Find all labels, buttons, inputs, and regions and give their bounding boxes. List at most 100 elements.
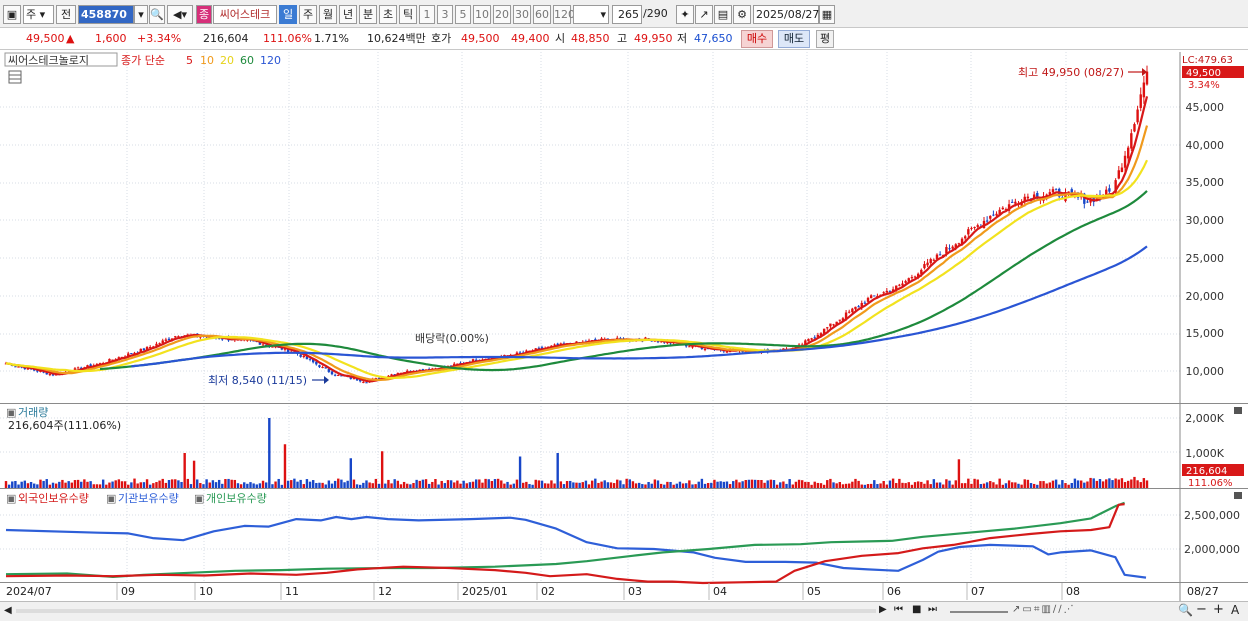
volume-bar (945, 479, 948, 488)
interval-20[interactable]: 20 (493, 5, 511, 24)
period-minute-tab[interactable]: 분 (359, 5, 377, 24)
market-alt-button[interactable]: 전 (56, 5, 76, 24)
volume-bar (619, 480, 622, 488)
volume-bar (763, 482, 766, 488)
volume-bar (180, 481, 183, 488)
volume-bar (133, 478, 136, 488)
candle-body (948, 248, 951, 250)
table-toggle-icon[interactable] (8, 70, 22, 84)
y-tick-35000: 35,000 (1186, 176, 1225, 189)
period-tick-tab[interactable]: 틱 (399, 5, 417, 24)
candle-body (1051, 189, 1055, 193)
interval-5[interactable]: 5 (455, 5, 471, 24)
font-size-icon[interactable]: A (1231, 603, 1239, 617)
interval-3[interactable]: 3 (437, 5, 453, 24)
candle-body (848, 311, 851, 313)
volume-bar (189, 484, 193, 488)
volume-bar (274, 481, 277, 488)
interval-dropdown[interactable]: ▾ (573, 5, 609, 24)
stock-name-field[interactable]: 씨어스테크 (213, 5, 277, 24)
period-month-tab[interactable]: 월 (319, 5, 337, 24)
last-pct-tag: 3.34% (1188, 80, 1220, 91)
period-day-tab[interactable]: 일 (279, 5, 297, 24)
interval-1[interactable]: 1 (419, 5, 435, 24)
drawing-tools-icon[interactable]: ↗▭⌗▥∕∕⋰ (1012, 604, 1076, 615)
volume-bar (324, 484, 327, 488)
zoom-out-icon[interactable]: − (1196, 602, 1207, 617)
scroll-track[interactable] (16, 609, 876, 613)
low-annotation: 최저 8,540 (11/15) (208, 374, 307, 387)
volume-bar (98, 484, 102, 488)
sell-button[interactable]: 매도 (778, 30, 810, 48)
interval-30[interactable]: 30 (513, 5, 531, 24)
candle-body (863, 302, 867, 304)
buy-button[interactable]: 매수 (741, 30, 773, 48)
candle-body (992, 214, 995, 216)
calendar-dropdown-icon[interactable]: ▦ (819, 5, 835, 24)
period-week-tab[interactable]: 주 (299, 5, 317, 24)
volume-bar (876, 484, 879, 488)
market-select[interactable]: 주 ▾ (23, 5, 54, 24)
search-icon[interactable]: 🔍 (149, 5, 165, 24)
volume-bar (1032, 483, 1036, 488)
interval-10[interactable]: 10 (473, 5, 491, 24)
volume-bar (155, 482, 158, 488)
candle-body (913, 276, 917, 278)
candle-body (807, 338, 810, 342)
scroll-right-icon[interactable]: ▶ (879, 604, 887, 615)
stock-chart[interactable]: 씨어스테크놀로지 종가 단순 5 10 20 60 120 45,000 40,… (0, 50, 1248, 601)
interval-120[interactable]: 120 (553, 5, 575, 24)
interval-60[interactable]: 60 (533, 5, 551, 24)
volume-bar (1054, 479, 1058, 488)
volume-bar (970, 483, 973, 488)
volume-bar (230, 479, 233, 488)
zoom-in-icon[interactable]: + (1213, 602, 1224, 617)
volume-bar (120, 481, 124, 488)
volume-bar (1070, 482, 1073, 488)
candle-body (951, 246, 954, 249)
candle-body (995, 213, 998, 216)
date-input[interactable]: 2025/08/27 (753, 5, 819, 24)
volume-bar (111, 481, 114, 488)
volume-bar (772, 480, 776, 488)
forward-icon[interactable]: ⏭ (928, 604, 937, 615)
volume-bar (114, 480, 117, 488)
candle-body (826, 327, 829, 329)
volume-bar (390, 483, 393, 488)
draw-icon[interactable]: ↗ (695, 5, 713, 24)
volume-bar (807, 481, 810, 488)
volume-bar (145, 479, 149, 488)
window-menu-icon[interactable]: ▣ (3, 5, 21, 24)
speaker-icon[interactable]: ◀▾ (167, 5, 193, 24)
volume-bar (105, 484, 108, 488)
candle-body (832, 324, 835, 326)
stop-icon[interactable]: ■ (912, 604, 921, 615)
zoom-search-icon[interactable]: 🔍 (1178, 603, 1193, 617)
y-tick-45000: 45,000 (1186, 101, 1225, 114)
volume-bar (826, 480, 829, 488)
save-icon[interactable]: ▤ (714, 5, 732, 24)
volume-bar (186, 478, 190, 488)
count-input[interactable]: 265 (612, 5, 642, 24)
volume-bar (33, 483, 36, 488)
volume-bar (481, 482, 484, 488)
holder-panel-close-icon[interactable] (1234, 492, 1242, 499)
rewind-icon[interactable]: ⏮ (894, 604, 903, 615)
volume-bar (117, 479, 121, 488)
volume-bar (83, 479, 86, 488)
period-second-tab[interactable]: 초 (379, 5, 397, 24)
compare-icon[interactable]: ✦ (676, 5, 694, 24)
volume-panel-close-icon[interactable] (1234, 407, 1242, 414)
volume-bar (728, 484, 732, 488)
period-year-tab[interactable]: 년 (339, 5, 357, 24)
scroll-left-icon[interactable]: ◀ (4, 605, 12, 616)
volume-bar (496, 478, 500, 488)
volume-bar (142, 482, 146, 488)
pl-button[interactable]: 평 (816, 30, 834, 48)
stock-code-input[interactable]: 458870 (78, 5, 134, 24)
volume-bar (681, 483, 685, 488)
code-dropdown-icon[interactable]: ▾ (134, 5, 148, 24)
volume-bar (938, 482, 942, 488)
gear-icon[interactable]: ⚙ (733, 5, 751, 24)
speed-slider[interactable] (950, 611, 1008, 613)
